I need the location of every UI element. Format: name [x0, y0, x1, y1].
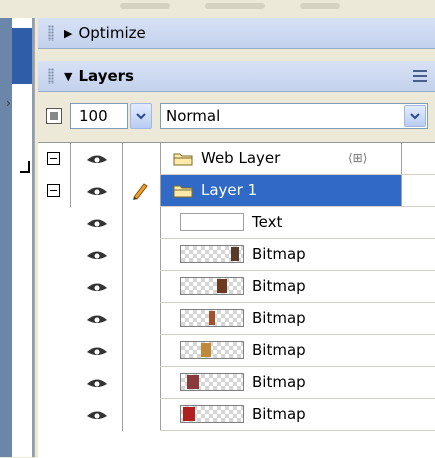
pencil-icon[interactable] [130, 181, 150, 201]
layer-row-bitmap[interactable]: Bitmap [38, 303, 435, 335]
blend-mode-value: Normal [166, 107, 221, 125]
caret-down-icon[interactable]: ▼ [64, 70, 72, 83]
eye-icon[interactable] [86, 282, 108, 293]
bitmap-thumbnail [180, 373, 244, 391]
bitmap-thumbnail [180, 277, 244, 295]
eye-icon[interactable] [86, 410, 108, 421]
layers-panel-title: Layers [78, 67, 134, 85]
bitmap-thumbnail [180, 405, 244, 423]
selection-highlight [161, 175, 401, 207]
layer-row-bitmap[interactable]: Bitmap [38, 367, 435, 399]
layers-toolbar: 100 Normal [38, 92, 435, 142]
blend-mode-select[interactable]: Normal [160, 103, 428, 129]
layer-thumbnail-icon [46, 108, 62, 124]
eye-icon[interactable] [86, 218, 108, 229]
corner-mark [20, 161, 30, 173]
object-name: Text [252, 213, 283, 231]
smudge [205, 3, 265, 9]
eye-icon[interactable] [86, 154, 108, 165]
object-thumbnail [180, 213, 244, 231]
eye-icon[interactable] [86, 346, 108, 357]
eye-icon[interactable] [86, 186, 108, 197]
top-strip [0, 0, 435, 18]
grip-icon[interactable] [48, 68, 54, 84]
folder-icon [173, 153, 193, 166]
eye-icon[interactable] [86, 378, 108, 389]
chevron-right-icon: › [6, 96, 11, 110]
layer-row-bitmap[interactable]: Bitmap [38, 399, 435, 431]
layer-row-bitmap[interactable]: Bitmap [38, 239, 435, 271]
bitmap-thumbnail [180, 341, 244, 359]
layer-name: Layer 1 [201, 181, 258, 199]
object-name: Bitmap [252, 373, 306, 391]
layer-row-bitmap[interactable]: Bitmap [38, 335, 435, 367]
layer-name: Web Layer [201, 149, 281, 167]
bitmap-thumbnail [180, 245, 244, 263]
opacity-dropdown-button[interactable] [130, 103, 152, 129]
object-name: Bitmap [252, 341, 306, 359]
chevron-down-icon [410, 112, 420, 119]
layer-row-web-layer[interactable]: Web Layer ⟨⊞⟩ [38, 143, 435, 175]
object-name: Bitmap [252, 405, 306, 423]
bitmap-thumbnail [180, 309, 244, 327]
object-name: Bitmap [252, 245, 306, 263]
collapse-toggle[interactable] [47, 152, 60, 165]
workspace-tab[interactable] [12, 28, 32, 84]
object-name: Bitmap [252, 277, 306, 295]
eye-icon[interactable] [86, 314, 108, 325]
opacity-control[interactable]: 100 [70, 103, 154, 129]
grip-icon[interactable] [48, 25, 54, 41]
caret-right-icon[interactable]: ▶ [64, 27, 72, 40]
layers-list[interactable]: Web Layer ⟨⊞⟩ Layer 1 Text Bitmap Bitmap [38, 142, 435, 458]
chevron-down-icon [136, 112, 146, 119]
layer-row-layer-1[interactable]: Layer 1 [38, 175, 435, 207]
smudge [300, 3, 340, 9]
layers-panel-header[interactable]: ▼ Layers [38, 61, 435, 92]
object-name: Bitmap [252, 309, 306, 327]
opacity-input[interactable]: 100 [70, 103, 128, 129]
collapse-toggle[interactable] [47, 184, 60, 197]
workspace-edge [0, 18, 12, 457]
eye-icon[interactable] [86, 250, 108, 261]
optimize-panel-header[interactable]: ▶ Optimize [38, 18, 435, 49]
folder-icon [173, 185, 193, 198]
smudge [120, 3, 170, 9]
panel-options-icon[interactable] [413, 70, 427, 82]
web-layer-slice-icon: ⟨⊞⟩ [348, 151, 368, 165]
layer-row-text[interactable]: Text [38, 207, 435, 239]
layer-row-bitmap[interactable]: Bitmap [38, 271, 435, 303]
optimize-panel-title: Optimize [78, 24, 146, 42]
blend-mode-dropdown-button[interactable] [404, 105, 426, 127]
